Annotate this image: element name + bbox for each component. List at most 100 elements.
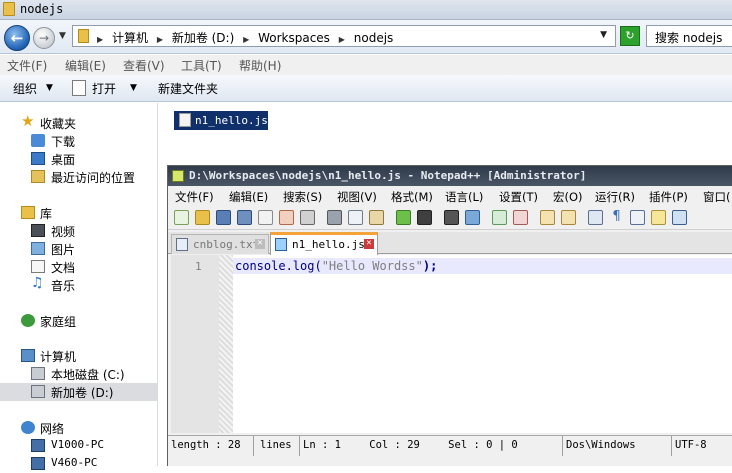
open-file-icon[interactable]	[195, 210, 210, 225]
sidebar-item-pc-v1000[interactable]: V1000-PC	[0, 437, 157, 455]
menu-window[interactable]: 窗口(	[703, 189, 731, 205]
sidebar-item-recent[interactable]: 最近访问的位置	[0, 168, 157, 186]
notepad-toolbar: ¶	[168, 206, 732, 230]
zoom-in-icon[interactable]	[492, 210, 507, 225]
redo-icon[interactable]	[417, 210, 432, 225]
search-input[interactable]: 搜索 nodejs	[646, 25, 732, 47]
sidebar-item-pc-v460[interactable]: V460-PC	[0, 455, 157, 473]
command-bar: 组织 ▼ 打开 ▼ 新建文件夹	[0, 75, 732, 102]
breadcrumb-separator-icon[interactable]: ▶	[97, 35, 103, 44]
new-file-icon[interactable]	[174, 210, 189, 225]
close-all-icon[interactable]	[279, 210, 294, 225]
menu-file[interactable]: 文件(F)	[7, 57, 47, 74]
history-dropdown-icon[interactable]: ▼	[59, 31, 66, 41]
new-folder-button[interactable]: 新建文件夹	[158, 80, 218, 97]
cut-icon[interactable]	[327, 210, 342, 225]
sidebar-item-pictures[interactable]: 图片	[0, 240, 157, 258]
find-icon[interactable]	[444, 210, 459, 225]
sidebar-item-computer[interactable]: 计算机	[0, 347, 157, 365]
sidebar-item-videos[interactable]: 视频	[0, 222, 157, 240]
tab-n1-hello[interactable]: n1_hello.js ✕	[270, 232, 378, 255]
sidebar-item-libraries[interactable]: 库	[0, 204, 157, 222]
tab-cnblog[interactable]: cnblog.txt ✕	[171, 234, 269, 254]
replace-icon[interactable]	[465, 210, 480, 225]
menu-view[interactable]: 查看(V)	[123, 57, 165, 74]
user-define-language-icon[interactable]	[651, 210, 666, 225]
menu-view[interactable]: 视图(V)	[337, 189, 377, 205]
breadcrumb-separator-icon[interactable]: ▶	[157, 35, 163, 44]
close-icon[interactable]: ✕	[364, 239, 374, 249]
sidebar-item-music[interactable]: ♫ 音乐	[0, 275, 157, 294]
js-file-icon	[179, 113, 191, 127]
close-icon[interactable]: ✕	[255, 239, 265, 249]
save-all-icon[interactable]	[237, 210, 252, 225]
menu-search[interactable]: 搜索(S)	[283, 189, 322, 205]
video-icon	[31, 224, 45, 237]
breadcrumb-workspaces[interactable]: Workspaces	[258, 31, 330, 45]
organize-button[interactable]: 组织	[13, 80, 37, 97]
notepad-window: D:\Workspaces\nodejs\n1_hello.js - Notep…	[167, 165, 732, 466]
sync-horizontal-icon[interactable]	[561, 210, 576, 225]
word-wrap-icon[interactable]	[588, 210, 603, 225]
sync-vertical-icon[interactable]	[540, 210, 555, 225]
folder-icon	[3, 2, 15, 16]
chevron-down-icon[interactable]: ▼	[600, 30, 607, 40]
menu-help[interactable]: 帮助(H)	[239, 57, 281, 74]
sidebar-item-network[interactable]: 网络	[0, 419, 157, 437]
close-file-icon[interactable]	[258, 210, 273, 225]
breadcrumb-separator-icon[interactable]: ▶	[243, 35, 249, 44]
code-line[interactable]: console.log("Hello Wordss");	[235, 259, 437, 273]
doc-map-icon[interactable]	[672, 210, 687, 225]
code-token-close: );	[422, 259, 438, 273]
chevron-down-icon[interactable]: ▼	[130, 83, 137, 93]
undo-icon[interactable]	[396, 210, 411, 225]
file-item[interactable]: n1_hello.js	[174, 111, 268, 130]
sidebar-item-drive-d[interactable]: 新加卷 (D:)	[0, 383, 157, 401]
breadcrumb-separator-icon[interactable]: ▶	[339, 35, 345, 44]
menu-settings[interactable]: 设置(T)	[499, 189, 538, 205]
refresh-icon[interactable]: ↻	[620, 26, 640, 46]
notepad-title-bar: D:\Workspaces\nodejs\n1_hello.js - Notep…	[168, 166, 732, 186]
fold-margin	[219, 255, 233, 433]
forward-arrow-icon[interactable]: →	[33, 27, 55, 49]
menu-file[interactable]: 文件(F)	[175, 189, 214, 205]
code-editor[interactable]: 1 console.log("Hello Wordss");	[171, 255, 732, 433]
sidebar-item-desktop[interactable]: 桌面	[0, 150, 157, 168]
drive-icon	[31, 367, 45, 380]
menu-plugins[interactable]: 插件(P)	[649, 189, 688, 205]
print-icon[interactable]	[300, 210, 315, 225]
menu-tools[interactable]: 工具(T)	[181, 57, 222, 74]
indent-guide-icon[interactable]	[630, 210, 645, 225]
show-all-chars-icon[interactable]: ¶	[609, 210, 624, 225]
tab-label: n1_hello.js	[292, 238, 365, 251]
sidebar-item-documents[interactable]: 文档	[0, 258, 157, 276]
sidebar-item-local-disk-c[interactable]: 本地磁盘 (C:)	[0, 365, 157, 383]
sidebar-item-downloads[interactable]: 下载	[0, 132, 157, 150]
save-icon[interactable]	[216, 210, 231, 225]
status-encoding: UTF-8	[675, 439, 707, 451]
status-sel: Sel : 0 | 0	[448, 439, 518, 451]
menu-run[interactable]: 运行(R)	[595, 189, 635, 205]
open-button[interactable]: 打开	[92, 80, 116, 97]
paste-icon[interactable]	[369, 210, 384, 225]
address-row: ← → ▼ ▶ 计算机 ▶ 新加卷 (D:) ▶ Workspaces ▶ no…	[0, 20, 732, 54]
zoom-out-icon[interactable]	[513, 210, 528, 225]
breadcrumb-computer[interactable]: 计算机	[112, 31, 148, 45]
sidebar-item-favorites[interactable]: ★ 收藏夹	[0, 112, 157, 132]
library-icon	[21, 206, 35, 219]
menu-edit[interactable]: 编辑(E)	[65, 57, 106, 74]
address-bar[interactable]: ▶ 计算机 ▶ 新加卷 (D:) ▶ Workspaces ▶ nodejs ▼	[72, 25, 616, 47]
menu-macro[interactable]: 宏(O)	[553, 189, 583, 205]
chevron-down-icon[interactable]: ▼	[46, 83, 53, 93]
copy-icon[interactable]	[348, 210, 363, 225]
line-number-gutter: 1	[171, 255, 219, 433]
drive-icon	[31, 385, 45, 398]
menu-format[interactable]: 格式(M)	[391, 189, 433, 205]
menu-language[interactable]: 语言(L)	[445, 189, 483, 205]
breadcrumb-drive-d[interactable]: 新加卷 (D:)	[172, 31, 234, 45]
menu-edit[interactable]: 编辑(E)	[229, 189, 268, 205]
file-tab-icon	[275, 238, 287, 251]
back-arrow-icon[interactable]: ←	[4, 25, 30, 51]
breadcrumb-nodejs[interactable]: nodejs	[354, 31, 394, 45]
sidebar-item-homegroup[interactable]: 家庭组	[0, 312, 157, 330]
